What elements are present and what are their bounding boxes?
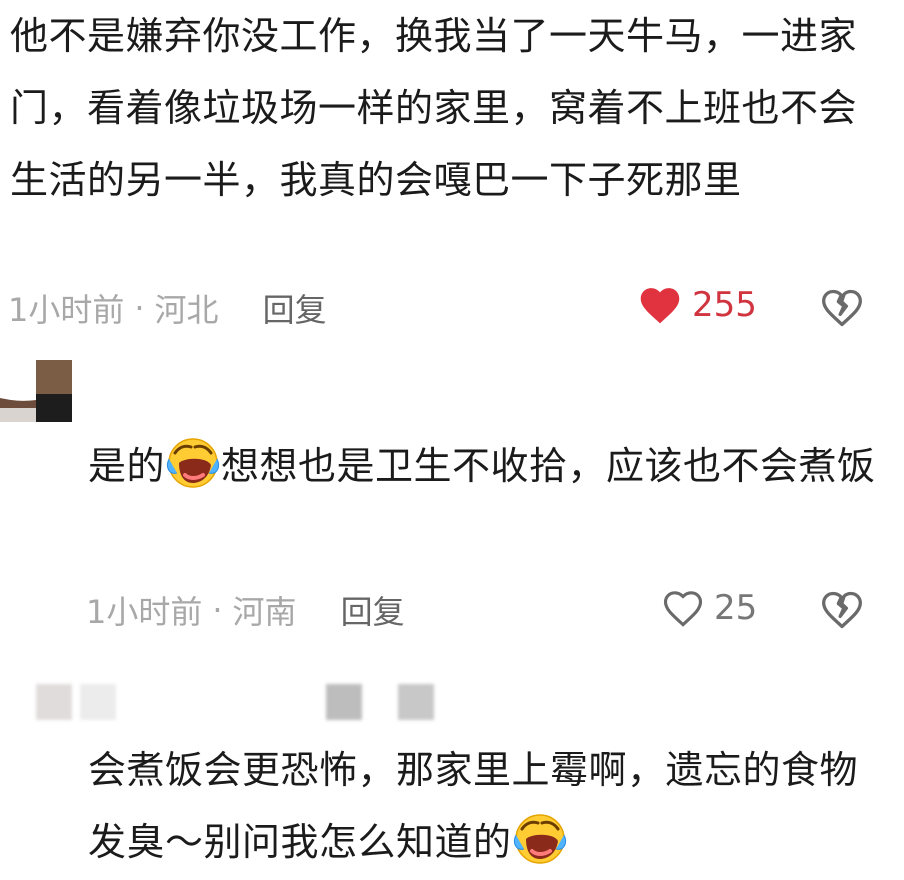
comment-location: 河北 bbox=[154, 291, 219, 329]
meta-separator: · bbox=[212, 591, 223, 629]
redacted-block bbox=[326, 684, 362, 720]
laughing-crying-emoji-icon bbox=[513, 814, 566, 864]
laughing-crying-emoji-icon bbox=[166, 438, 220, 488]
meta-separator: · bbox=[134, 289, 145, 327]
reply-text-start: 会煮饭会更恐怖，那家里上霉啊，遗忘的食物发臭～别问我怎么知道的 bbox=[88, 748, 859, 864]
like-count: 255 bbox=[692, 285, 757, 325]
redacted-block bbox=[36, 684, 72, 720]
reply-button[interactable]: 回复 bbox=[341, 587, 405, 633]
broken-heart-icon[interactable] bbox=[820, 286, 864, 330]
heart-outline-icon bbox=[663, 591, 703, 627]
reply-text: 会煮饭会更恐怖，那家里上霉啊，遗忘的食物发臭～别问我怎么知道的 bbox=[88, 734, 888, 878]
avatar-image bbox=[0, 360, 72, 422]
reply-text-end: 想想也是卫生不收拾，应该也不会煮饭 bbox=[221, 444, 876, 488]
reply-button[interactable]: 回复 bbox=[263, 285, 327, 331]
username-redacted bbox=[36, 684, 116, 720]
redacted-block bbox=[80, 684, 116, 720]
like-button[interactable]: 25 bbox=[662, 588, 757, 628]
reply-time: 1小时前 bbox=[86, 593, 203, 631]
like-count: 25 bbox=[714, 588, 758, 628]
broken-heart-icon[interactable] bbox=[820, 588, 864, 632]
avatar[interactable] bbox=[0, 360, 72, 422]
comment-meta: 1小时前 · 河北 回复 bbox=[8, 278, 327, 338]
reply-location: 河南 bbox=[232, 593, 297, 631]
reply-meta: 1小时前 · 河南 回复 bbox=[86, 580, 405, 640]
heart-filled-icon bbox=[640, 288, 680, 324]
username-redacted bbox=[326, 684, 434, 720]
comment-time: 1小时前 bbox=[8, 291, 125, 329]
reply-text-start: 是的 bbox=[88, 444, 166, 488]
like-button[interactable]: 255 bbox=[638, 284, 757, 326]
reply-text: 是的 想想也是卫生不收拾，应该也不会煮饭 bbox=[88, 430, 888, 502]
comment-top: 他不是嫌弃你没工作，换我当了一天牛马，一进家门，看着像垃圾场一样的家里，窝着不上… bbox=[10, 0, 890, 216]
comment-text: 他不是嫌弃你没工作，换我当了一天牛马，一进家门，看着像垃圾场一样的家里，窝着不上… bbox=[10, 14, 858, 202]
redacted-block bbox=[398, 684, 434, 720]
